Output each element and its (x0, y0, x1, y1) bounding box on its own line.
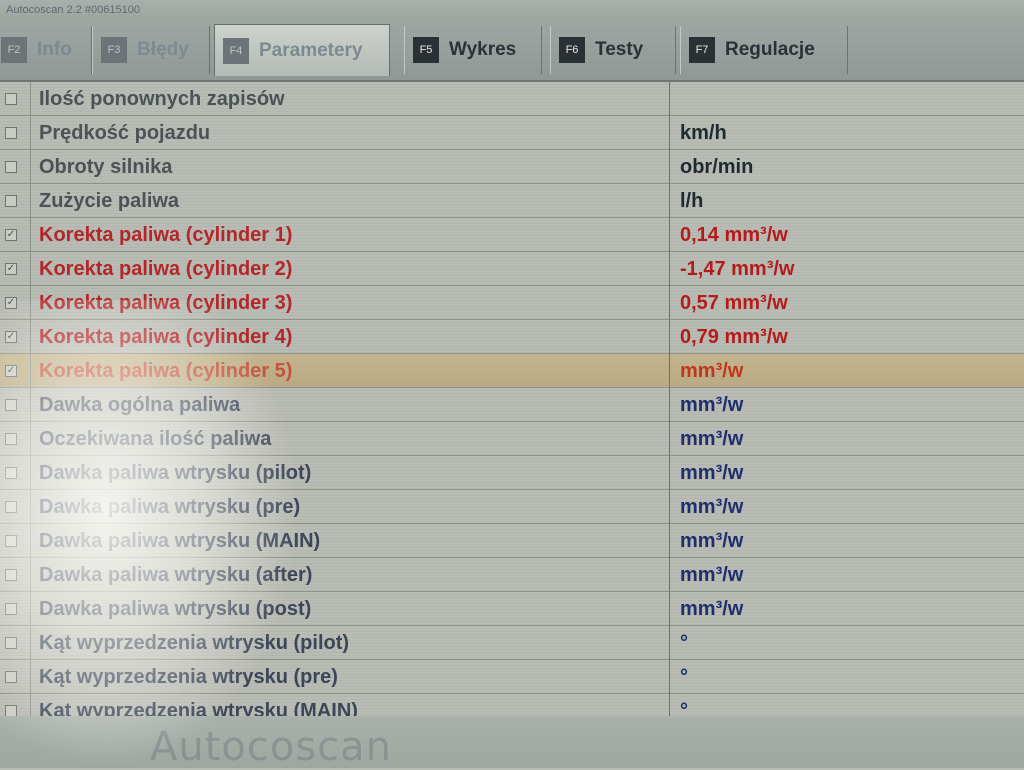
param-value: mm³/w (680, 530, 744, 552)
window-title: Autocoscan 2.2 #00615100 (0, 0, 1024, 20)
tab-key-f2: F2 (1, 37, 27, 63)
param-value: mm³/w (680, 360, 744, 382)
row-checkbox[interactable] (5, 195, 17, 207)
row-checkbox[interactable] (5, 671, 17, 683)
param-name: Korekta paliwa (cylinder 4) (30, 320, 670, 354)
tab-key-f5: F5 (413, 37, 439, 63)
row-checkbox[interactable]: ✓ (5, 365, 17, 377)
param-value: ° (680, 700, 688, 716)
footer-bar: Autocoscan (0, 716, 1024, 770)
param-value: ° (680, 632, 688, 654)
param-value: ° (680, 666, 688, 688)
param-value: -1,47 mm³/w (680, 258, 795, 280)
param-name: Dawka paliwa wtrysku (post) (30, 592, 670, 626)
row-checkbox[interactable] (5, 535, 17, 547)
row-checkbox[interactable] (5, 433, 17, 445)
tab-key-f4: F4 (223, 37, 249, 64)
param-value: 0,14 mm³/w (680, 224, 788, 246)
row-checkbox[interactable] (5, 637, 17, 649)
param-name: Dawka paliwa wtrysku (pre) (30, 490, 670, 524)
param-name: Oczekiwana ilość paliwa (30, 422, 670, 456)
param-value: mm³/w (680, 394, 744, 416)
row-checkbox[interactable]: ✓ (5, 297, 17, 309)
table-row[interactable]: ✓ Korekta paliwa (cylinder 2) -1,47 mm³/… (0, 252, 1024, 286)
table-row[interactable]: Dawka paliwa wtrysku (after) mm³/w (0, 558, 1024, 592)
param-name: Dawka paliwa wtrysku (MAIN) (30, 524, 670, 558)
table-row[interactable]: Dawka paliwa wtrysku (pre) mm³/w (0, 490, 1024, 524)
tab-regulacje[interactable]: F7 Regulacje (680, 26, 848, 74)
param-value: mm³/w (680, 496, 744, 518)
param-name: Dawka ogólna paliwa (30, 388, 670, 422)
row-checkbox[interactable] (5, 603, 17, 615)
table-row[interactable]: Prędkość pojazdu km/h (0, 116, 1024, 150)
param-name: Korekta paliwa (cylinder 2) (30, 252, 670, 286)
param-value: l/h (680, 190, 704, 212)
param-value: mm³/w (680, 564, 744, 586)
param-name: Kąt wyprzedzenia wtrysku (MAIN) (30, 694, 670, 716)
tab-bar: F2 Info F3 Błędy F4 Parametery F5 Wykres… (0, 20, 1024, 82)
param-name: Korekta paliwa (cylinder 5) (30, 354, 670, 388)
param-name: Dawka paliwa wtrysku (pilot) (30, 456, 670, 490)
row-checkbox[interactable] (5, 705, 17, 716)
param-name: Korekta paliwa (cylinder 3) (30, 286, 670, 320)
param-name: Kąt wyprzedzenia wtrysku (pilot) (30, 626, 670, 660)
param-value: mm³/w (680, 598, 744, 620)
tab-testy[interactable]: F6 Testy (550, 26, 676, 74)
param-value: 0,57 mm³/w (680, 292, 788, 314)
param-name: Korekta paliwa (cylinder 1) (30, 218, 670, 252)
tab-label-info: Info (37, 39, 72, 60)
row-checkbox[interactable] (5, 399, 17, 411)
table-row[interactable]: ✓ Korekta paliwa (cylinder 4) 0,79 mm³/w (0, 320, 1024, 354)
param-value: 0,79 mm³/w (680, 326, 788, 348)
param-name: Zużycie paliwa (30, 184, 670, 218)
tab-wykres[interactable]: F5 Wykres (404, 26, 542, 74)
row-checkbox[interactable] (5, 569, 17, 581)
row-checkbox[interactable] (5, 501, 17, 513)
param-value: km/h (680, 122, 727, 144)
table-row-selected[interactable]: ✓ Korekta paliwa (cylinder 5) mm³/w (0, 354, 1024, 388)
tab-parametery[interactable]: F4 Parametery (214, 24, 390, 76)
table-row[interactable]: Dawka paliwa wtrysku (MAIN) mm³/w (0, 524, 1024, 558)
table-row[interactable]: ✓ Korekta paliwa (cylinder 3) 0,57 mm³/w (0, 286, 1024, 320)
table-row[interactable]: Zużycie paliwa l/h (0, 184, 1024, 218)
row-checkbox[interactable]: ✓ (5, 331, 17, 343)
param-value: mm³/w (680, 462, 744, 484)
row-checkbox[interactable]: ✓ (5, 229, 17, 241)
table-row[interactable]: Kąt wyprzedzenia wtrysku (MAIN) ° (0, 694, 1024, 716)
tab-label-bledy: Błędy (137, 39, 189, 60)
param-name: Kąt wyprzedzenia wtrysku (pre) (30, 660, 670, 694)
param-name: Ilość ponownych zapisów (30, 82, 670, 116)
tab-bledy[interactable]: F3 Błędy (92, 26, 210, 74)
tab-label-parametery: Parametery (259, 39, 363, 61)
row-checkbox[interactable] (5, 93, 17, 105)
parameter-table: Ilość ponownych zapisów Prędkość pojazdu… (0, 82, 1024, 716)
table-row[interactable]: Oczekiwana ilość paliwa mm³/w (0, 422, 1024, 456)
row-checkbox[interactable] (5, 467, 17, 479)
param-name: Obroty silnika (30, 150, 670, 184)
param-name: Dawka paliwa wtrysku (after) (30, 558, 670, 592)
tab-label-testy: Testy (595, 39, 644, 60)
tab-key-f7: F7 (689, 37, 715, 63)
table-row[interactable]: Dawka paliwa wtrysku (pilot) mm³/w (0, 456, 1024, 490)
table-row[interactable]: Dawka paliwa wtrysku (post) mm³/w (0, 592, 1024, 626)
table-row[interactable]: Ilość ponownych zapisów (0, 82, 1024, 116)
table-row[interactable]: ✓ Korekta paliwa (cylinder 1) 0,14 mm³/w (0, 218, 1024, 252)
brand-logo: Autocoscan (150, 724, 393, 770)
tab-label-wykres: Wykres (449, 39, 517, 60)
param-value: obr/min (680, 156, 754, 178)
table-row[interactable]: Kąt wyprzedzenia wtrysku (pre) ° (0, 660, 1024, 694)
tab-info[interactable]: F2 Info (0, 26, 92, 74)
table-row[interactable]: Obroty silnika obr/min (0, 150, 1024, 184)
tab-key-f6: F6 (559, 37, 585, 63)
param-value: mm³/w (680, 428, 744, 450)
param-value (672, 82, 1024, 116)
row-checkbox[interactable] (5, 127, 17, 139)
row-checkbox[interactable] (5, 161, 17, 173)
row-checkbox[interactable]: ✓ (5, 263, 17, 275)
tab-label-regulacje: Regulacje (725, 39, 815, 60)
tab-key-f3: F3 (101, 37, 127, 63)
table-row[interactable]: Kąt wyprzedzenia wtrysku (pilot) ° (0, 626, 1024, 660)
table-row[interactable]: Dawka ogólna paliwa mm³/w (0, 388, 1024, 422)
param-name: Prędkość pojazdu (30, 116, 670, 150)
